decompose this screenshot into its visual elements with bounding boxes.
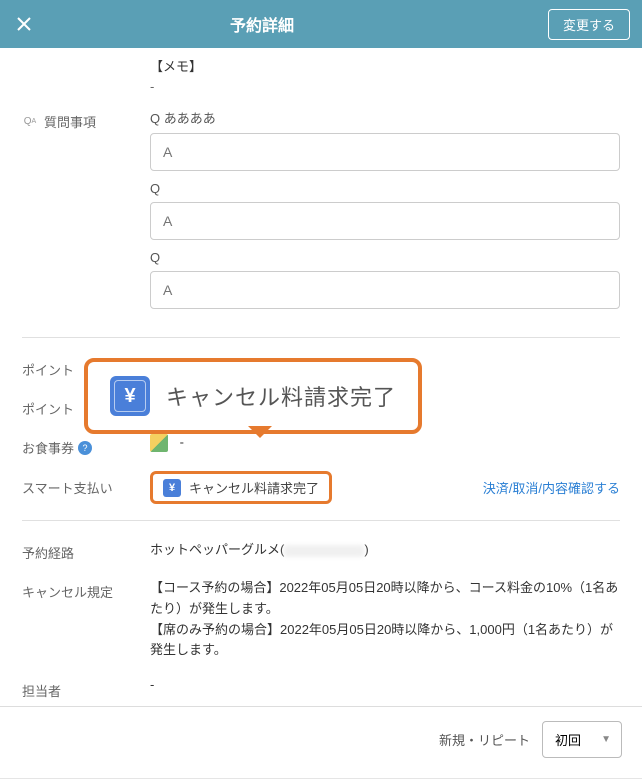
staff-row: 担当者 -	[22, 669, 620, 708]
question-text: Q	[150, 181, 620, 196]
change-button[interactable]: 変更する	[548, 9, 630, 40]
staff-value: -	[150, 677, 620, 692]
modal-header: 予約詳細 変更する	[0, 0, 642, 48]
yen-icon: ¥	[163, 479, 181, 497]
footer: 新規・リピート 初回 ▼	[0, 706, 642, 772]
cancel-policy-row: キャンセル規定 【コース予約の場合】2022年05月05日20時以降から、コース…	[22, 570, 620, 669]
repeat-label: 新規・リピート	[439, 730, 530, 749]
route-suffix: )	[364, 542, 368, 557]
voucher-icon	[150, 434, 168, 452]
smart-pay-status-text: キャンセル料請求完了	[189, 478, 319, 497]
divider	[22, 520, 620, 521]
help-icon[interactable]: ?	[78, 441, 92, 455]
qa-value: Q ああああ Q Q	[150, 108, 620, 319]
memo-header: 【メモ】	[22, 56, 620, 79]
divider	[22, 337, 620, 338]
repeat-select[interactable]: 初回 ▼	[542, 721, 622, 758]
memo-value: -	[22, 79, 620, 100]
qa-label: QA 質問事項	[22, 108, 150, 131]
caret-down-icon: ▼	[601, 734, 611, 745]
voucher-label-text: お食事券	[22, 438, 74, 457]
cancel-policy-label: キャンセル規定	[22, 578, 150, 601]
masked-text	[284, 545, 364, 557]
route-value: ホットペッパーグルメ()	[150, 539, 620, 558]
voucher-value-text: -	[180, 434, 184, 449]
yen-icon: ¥	[110, 376, 150, 416]
smart-pay-action-link[interactable]: 決済/取消/内容確認する	[483, 478, 620, 497]
route-prefix: ホットペッパーグルメ(	[150, 542, 284, 557]
question-text: Q ああああ	[150, 108, 620, 127]
smart-pay-row: スマート支払い ¥ キャンセル料請求完了 決済/取消/内容確認する	[22, 465, 620, 510]
qa-label-text: 質問事項	[44, 112, 96, 131]
repeat-selected: 初回	[555, 730, 581, 749]
answer-input[interactable]	[150, 202, 620, 240]
voucher-value: -	[150, 434, 620, 452]
smart-pay-status: ¥ キャンセル料請求完了	[150, 471, 332, 504]
qa-row: QA 質問事項 Q ああああ Q Q	[22, 100, 620, 327]
callout-bubble: ¥ キャンセル料請求完了	[84, 358, 422, 434]
qa-icon: QA	[22, 114, 38, 130]
callout-text: キャンセル料請求完了	[166, 380, 396, 412]
answer-input[interactable]	[150, 271, 620, 309]
modal-title: 予約詳細	[0, 12, 548, 36]
qa-item: Q	[150, 181, 620, 240]
qa-item: Q	[150, 250, 620, 309]
qa-item: Q ああああ	[150, 108, 620, 171]
question-text: Q	[150, 250, 620, 265]
smart-pay-label: スマート支払い	[22, 478, 150, 497]
staff-label: 担当者	[22, 677, 150, 700]
route-row: 予約経路 ホットペッパーグルメ()	[22, 531, 620, 570]
voucher-label: お食事券 ?	[22, 434, 150, 457]
route-label: 予約経路	[22, 539, 150, 562]
answer-input[interactable]	[150, 133, 620, 171]
cancel-policy-value: 【コース予約の場合】2022年05月05日20時以降から、コース料金の10%（1…	[150, 578, 620, 661]
